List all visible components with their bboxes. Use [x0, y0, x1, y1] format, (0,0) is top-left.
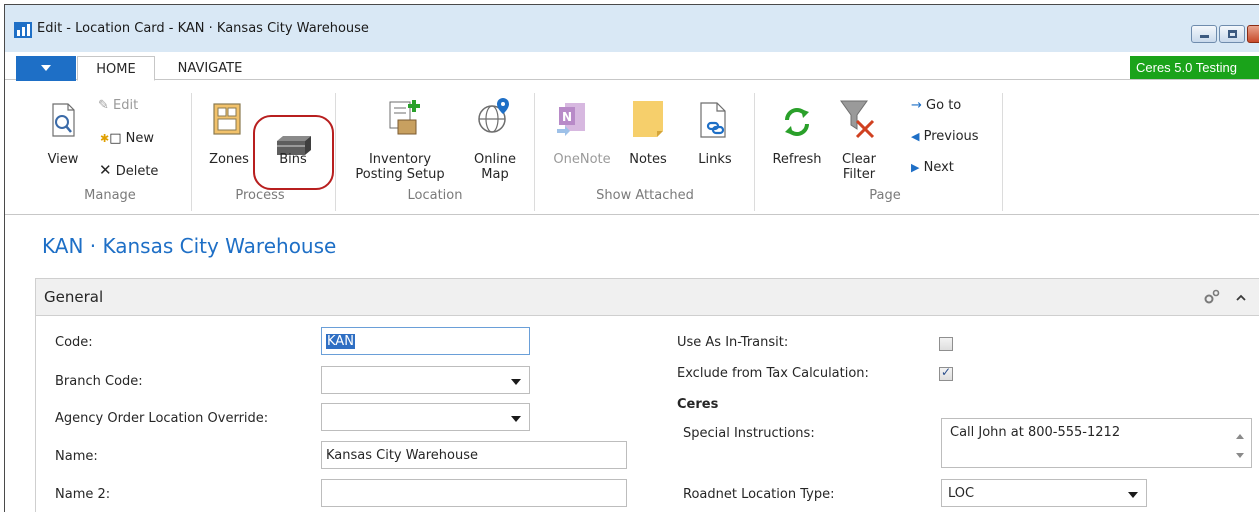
roadnet-type-dropdown[interactable]: LOC — [941, 479, 1147, 507]
group-divider — [1002, 93, 1003, 211]
collapse-chevron-up-icon[interactable] — [1235, 293, 1247, 301]
location-card-window: Edit - Location Card - KAN · Kansas City… — [4, 4, 1259, 512]
code-field[interactable]: KAN — [321, 327, 530, 355]
name-label: Name: — [55, 449, 98, 464]
chevron-down-icon — [511, 379, 521, 385]
chevron-down-icon — [511, 416, 521, 422]
refresh-icon — [785, 108, 809, 136]
group-label-page: Page — [869, 188, 901, 203]
notes-label: Notes — [629, 152, 667, 167]
previous-triangle-icon: ◀ — [911, 130, 920, 143]
new-document-icon: ✱ — [100, 132, 110, 145]
name2-label: Name 2: — [55, 487, 111, 502]
group-label-manage: Manage — [84, 188, 136, 203]
fasttab-general-label: General — [44, 288, 104, 306]
zones-icon — [213, 103, 241, 135]
clear-filter-label: Clear Filter — [842, 152, 876, 182]
roadnet-type-label: Roadnet Location Type: — [683, 487, 835, 502]
window-title: Edit - Location Card - KAN · Kansas City… — [37, 21, 369, 36]
svg-text:N: N — [562, 110, 572, 124]
agency-override-label: Agency Order Location Override: — [55, 411, 269, 426]
group-divider — [335, 93, 336, 211]
minimize-icon — [1200, 35, 1209, 38]
special-instructions-label: Special Instructions: — [683, 426, 815, 441]
in-transit-label: Use As In-Transit: — [677, 335, 789, 350]
fasttab-general-header[interactable] — [35, 278, 1259, 316]
links-label: Links — [698, 152, 732, 167]
new-button[interactable]: ✱□ New — [100, 129, 154, 149]
online-map-label: Online Map — [474, 152, 516, 182]
scroll-up-icon[interactable] — [1236, 434, 1244, 439]
branch-code-dropdown[interactable] — [321, 366, 530, 394]
group-divider — [534, 93, 535, 211]
online-map-globe-icon — [478, 98, 509, 133]
branch-code-label: Branch Code: — [55, 374, 143, 389]
inventory-posting-setup-label: Inventory Posting Setup — [355, 152, 445, 182]
previous-button[interactable]: ◀ Previous — [911, 127, 979, 147]
maximize-button[interactable] — [1219, 25, 1245, 43]
special-instructions-textarea[interactable]: Call John at 800-555-1212 — [941, 418, 1252, 468]
code-label: Code: — [55, 335, 93, 350]
links-icon — [700, 102, 726, 138]
application-menu-button[interactable] — [16, 56, 76, 81]
group-divider — [754, 93, 755, 211]
delete-x-icon: ✕ — [99, 161, 112, 179]
in-transit-checkbox[interactable] — [939, 337, 953, 351]
group-divider — [191, 93, 192, 211]
group-label-show-attached: Show Attached — [596, 188, 694, 203]
next-button[interactable]: ▶ Next — [911, 158, 954, 178]
exclude-tax-label: Exclude from Tax Calculation: — [677, 366, 869, 381]
view-icon — [52, 103, 75, 137]
notes-icon — [633, 101, 663, 137]
onenote-label: OneNote — [553, 152, 611, 167]
view-button-label: View — [47, 152, 79, 167]
go-to-button[interactable]: → Go to — [911, 96, 961, 116]
name2-field[interactable] — [321, 479, 627, 507]
group-label-process: Process — [235, 188, 285, 203]
delete-button[interactable]: ✕ Delete — [99, 160, 158, 180]
close-button[interactable] — [1247, 25, 1259, 43]
exclude-tax-checkbox[interactable]: ✓ — [939, 365, 953, 381]
checkmark-icon: ✓ — [941, 365, 952, 379]
chevron-down-icon — [1128, 492, 1138, 498]
gear-icon[interactable] — [1203, 289, 1221, 305]
agency-override-dropdown[interactable] — [321, 403, 530, 431]
group-label-location: Location — [407, 188, 463, 203]
maximize-icon — [1228, 30, 1237, 38]
scroll-down-icon[interactable] — [1236, 453, 1244, 458]
bins-highlight-annotation — [253, 115, 334, 190]
environment-badge: Ceres 5.0 Testing — [1130, 56, 1259, 79]
ceres-section-heading: Ceres — [677, 397, 719, 412]
clear-filter-icon — [840, 100, 875, 139]
edit-button[interactable]: ✎ Edit — [98, 96, 138, 116]
page-title: KAN · Kansas City Warehouse — [42, 234, 337, 258]
tab-navigate[interactable]: NAVIGATE — [164, 56, 256, 81]
page-icon: □ — [109, 131, 126, 146]
name-field[interactable]: Kansas City Warehouse — [321, 441, 627, 469]
refresh-label: Refresh — [772, 152, 822, 167]
minimize-button[interactable] — [1191, 25, 1217, 43]
arrow-right-icon: → — [911, 98, 922, 113]
dropdown-triangle-icon — [41, 65, 51, 71]
zones-button-label: Zones — [209, 152, 249, 167]
onenote-icon: N — [557, 103, 585, 136]
pencil-icon: ✎ — [98, 98, 114, 113]
dynamics-nav-app-icon — [14, 22, 32, 38]
tab-home[interactable]: HOME — [77, 56, 155, 81]
next-triangle-icon: ▶ — [911, 161, 920, 174]
inventory-posting-setup-icon — [389, 100, 420, 135]
